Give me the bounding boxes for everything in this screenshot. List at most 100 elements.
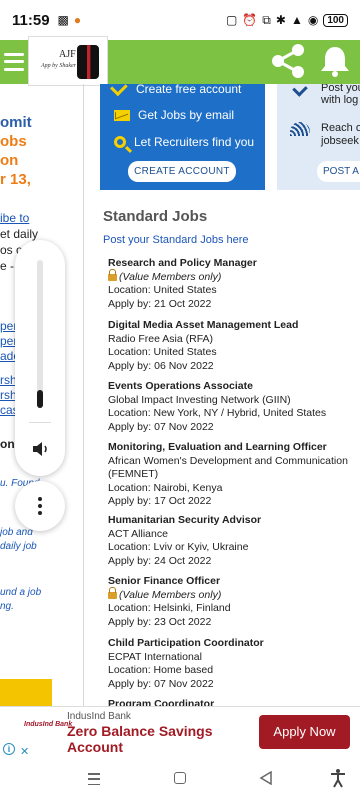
job-title[interactable]: Senior Finance Officer bbox=[108, 575, 360, 589]
job-location: Location: Home based bbox=[108, 664, 214, 676]
lock-icon bbox=[108, 268, 117, 281]
create-account-button[interactable]: CREATE ACCOUNT bbox=[128, 161, 236, 182]
ad-brand: IndusInd Bank bbox=[67, 711, 131, 722]
job-location: Location: United States bbox=[108, 284, 217, 296]
ad-banner[interactable]: IndusInd Bank i ✕ IndusInd Bank Zero Bal… bbox=[0, 706, 360, 762]
left-orange-heading: obs on r 13, bbox=[0, 132, 31, 189]
dot-icon bbox=[38, 511, 42, 515]
job-organization: ACT Alliance bbox=[108, 527, 168, 540]
navigation-bar bbox=[0, 762, 360, 800]
job-listing[interactable]: Monitoring, Evaluation and Learning Offi… bbox=[108, 441, 360, 509]
accessibility-icon[interactable] bbox=[330, 768, 346, 788]
promo2-text: Reach o bbox=[321, 122, 360, 134]
left-bold-text: on bbox=[0, 437, 15, 451]
notification-bell-icon[interactable] bbox=[318, 44, 352, 78]
promo-item-label: Get Jobs by email bbox=[138, 108, 235, 122]
left-heading-line: obs bbox=[0, 133, 27, 150]
left-heading-line: on bbox=[0, 152, 19, 169]
job-apply-by: Apply by: 21 Oct 2022 bbox=[108, 297, 212, 310]
nfc-icon: ▢ bbox=[226, 13, 238, 27]
recent-apps-icon[interactable] bbox=[88, 773, 100, 785]
standard-jobs-title: Standard Jobs bbox=[103, 208, 208, 225]
job-location: Location: New York, NY / Hybrid, United … bbox=[108, 407, 327, 419]
job-listing[interactable]: Humanitarian Security Advisor ACT Allian… bbox=[108, 514, 360, 568]
promo2-text: jobseek bbox=[321, 135, 359, 147]
book-icon: ▩ bbox=[57, 13, 69, 27]
logo-text: AJF bbox=[59, 49, 76, 60]
volume-level bbox=[37, 390, 43, 408]
back-icon[interactable] bbox=[259, 771, 273, 785]
home-icon[interactable] bbox=[174, 772, 186, 784]
volume-panel bbox=[15, 240, 65, 476]
job-title[interactable]: Humanitarian Security Advisor bbox=[108, 514, 360, 528]
job-organization: (Value Members only) bbox=[119, 588, 222, 601]
job-title[interactable]: Child Participation Coordinator bbox=[108, 637, 360, 651]
left-heading-line: r 13, bbox=[0, 171, 31, 188]
job-organization-cont: (FEMNET) bbox=[108, 468, 159, 480]
job-apply-by: Apply by: 06 Nov 2022 bbox=[108, 359, 214, 372]
apply-now-button[interactable]: Apply Now bbox=[259, 715, 350, 749]
left-italic-text: daily job bbox=[0, 541, 37, 552]
clock: 11:59 bbox=[12, 11, 50, 29]
job-organization: Global Impact Investing Network (GIIN) bbox=[108, 393, 291, 406]
wifi-icon: ◉ bbox=[307, 13, 319, 27]
job-title[interactable]: Research and Policy Manager bbox=[108, 257, 360, 271]
share-icon[interactable] bbox=[270, 43, 306, 79]
menu-icon[interactable] bbox=[4, 49, 24, 75]
job-listing[interactable]: Research and Policy Manager (Value Membe… bbox=[108, 257, 360, 311]
subscribe-link[interactable]: ibe to bbox=[0, 210, 29, 226]
alarm-icon: ⏰ bbox=[242, 13, 258, 27]
job-organization: Radio Free Asia (RFA) bbox=[108, 332, 214, 345]
ad-close-icon[interactable]: ✕ bbox=[20, 745, 29, 758]
job-apply-by: Apply by: 23 Oct 2022 bbox=[108, 615, 212, 628]
job-apply-by: Apply by: 07 Nov 2022 bbox=[108, 420, 214, 433]
vibrate-icon: ⧉ bbox=[262, 12, 271, 27]
speaker-icon[interactable] bbox=[32, 441, 50, 457]
register-promo: Create free account Get Jobs by email Le… bbox=[100, 78, 265, 190]
magnifier-icon bbox=[114, 136, 126, 148]
bluetooth-icon: ✱ bbox=[275, 13, 286, 27]
job-location: Location: United States bbox=[108, 346, 217, 358]
job-listing[interactable]: Program Coordinator bbox=[108, 698, 360, 706]
job-listing[interactable]: Child Participation Coordinator ECPAT In… bbox=[108, 637, 360, 691]
signal-icon: ▲ bbox=[290, 13, 303, 27]
promo-item: Let Recruiters find you bbox=[114, 135, 254, 149]
ad-info-icon[interactable]: i bbox=[3, 743, 15, 755]
job-title[interactable]: Events Operations Associate bbox=[108, 380, 360, 394]
post-standard-jobs-link[interactable]: Post your Standard Jobs here bbox=[103, 234, 249, 246]
left-text: et daily bbox=[0, 227, 39, 241]
job-organization: ECPAT International bbox=[108, 650, 202, 663]
volume-slider[interactable] bbox=[37, 260, 43, 408]
left-text: e - bbox=[0, 259, 15, 273]
ad-logo: IndusInd Bank bbox=[24, 721, 73, 728]
volume-divider bbox=[29, 422, 51, 423]
battery-icon: 100 bbox=[323, 13, 348, 27]
app-logo[interactable]: AJF App by Shaker bbox=[28, 36, 108, 86]
app-notification-icon: ● bbox=[73, 13, 82, 27]
left-yellow-banner[interactable] bbox=[0, 679, 52, 706]
left-italic-text: ng. bbox=[0, 601, 14, 612]
promo-item-label: Let Recruiters find you bbox=[134, 135, 255, 149]
envelope-icon bbox=[114, 109, 130, 121]
job-title[interactable]: Digital Media Asset Management Lead bbox=[108, 319, 360, 333]
lock-icon bbox=[108, 586, 117, 599]
broadcast-icon bbox=[290, 122, 310, 136]
more-options-button[interactable] bbox=[15, 481, 65, 531]
job-listing[interactable]: Senior Finance Officer (Value Members on… bbox=[108, 575, 360, 629]
promo-item-label: Create free account bbox=[136, 82, 242, 96]
logo-mark-icon bbox=[77, 45, 99, 79]
status-bar: 11:59 ▩ ● ▢ ⏰ ⧉ ✱ ▲ ◉ 100 bbox=[0, 0, 360, 40]
dot-icon bbox=[38, 504, 42, 508]
post-a-job-button[interactable]: POST A JO bbox=[317, 161, 360, 182]
job-apply-by: Apply by: 24 Oct 2022 bbox=[108, 554, 212, 567]
job-title[interactable]: Monitoring, Evaluation and Learning Offi… bbox=[108, 441, 360, 455]
job-apply-by: Apply by: 17 Oct 2022 bbox=[108, 495, 212, 507]
job-apply-by: Apply by: 07 Nov 2022 bbox=[108, 677, 214, 690]
ad-headline[interactable]: Zero Balance Savings Account bbox=[67, 723, 237, 755]
job-listing[interactable]: Digital Media Asset Management Lead Radi… bbox=[108, 319, 360, 373]
promo-item: Get Jobs by email bbox=[114, 108, 234, 122]
job-title[interactable]: Program Coordinator bbox=[108, 698, 360, 706]
job-listing[interactable]: Events Operations Associate Global Impac… bbox=[108, 380, 360, 434]
left-heading: omit bbox=[0, 114, 32, 131]
job-location: Location: Nairobi, Kenya bbox=[108, 481, 223, 494]
